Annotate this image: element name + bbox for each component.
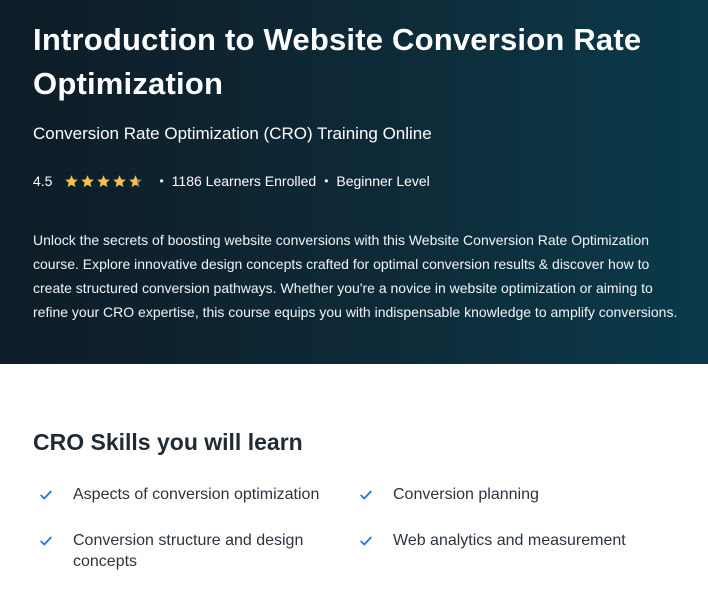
skill-item: Conversion planning (359, 484, 659, 505)
star-icon (65, 174, 79, 187)
skill-label: Conversion structure and design concepts (73, 532, 304, 570)
check-icon (360, 490, 372, 500)
learners-enrolled: 1186 Learners Enrolled (171, 173, 317, 189)
skill-label: Web analytics and measurement (393, 532, 626, 549)
star-icon (113, 174, 127, 187)
check-icon (40, 490, 52, 500)
skills-list: Aspects of conversion optimization Conve… (33, 484, 673, 594)
course-meta: 4.5 • 1186 Learners Enrolled • Beginner … (33, 171, 676, 191)
rating-value: 4.5 (33, 173, 53, 189)
course-description: Unlock the secrets of boosting website c… (33, 232, 678, 320)
rating-stars (64, 174, 143, 189)
star-icon (81, 174, 95, 187)
skill-label: Conversion planning (393, 486, 539, 503)
skill-item: Conversion structure and design concepts (39, 530, 329, 572)
skill-item: Aspects of conversion optimization (39, 484, 329, 505)
course-level: Beginner Level (336, 173, 430, 189)
course-subtitle: Conversion Rate Optimization (CRO) Train… (33, 124, 432, 143)
check-icon (40, 536, 52, 546)
check-icon (360, 536, 372, 546)
skills-section: CRO Skills you will learn Aspects of con… (33, 426, 673, 594)
meta-separator: • (159, 174, 164, 188)
course-title: Introduction to Website Conversion Rate … (33, 22, 642, 101)
star-icon (97, 174, 111, 187)
meta-separator: • (324, 174, 329, 188)
half-star-icon (129, 174, 143, 187)
skill-item: Web analytics and measurement (359, 530, 659, 551)
course-hero: Introduction to Website Conversion Rate … (0, 0, 708, 364)
skills-title: CRO Skills you will learn (33, 429, 303, 455)
skill-label: Aspects of conversion optimization (73, 486, 320, 503)
